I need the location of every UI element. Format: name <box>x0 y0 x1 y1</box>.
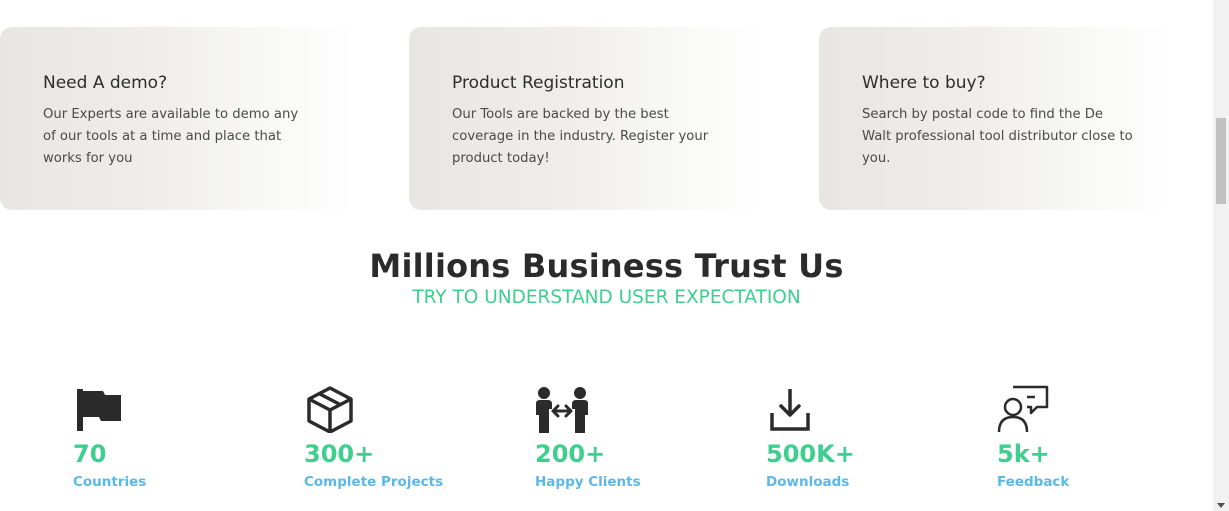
download-icon <box>766 385 818 433</box>
stat-value: 300+ <box>304 440 375 468</box>
stat-label: Complete Projects <box>304 474 444 490</box>
box-icon <box>304 385 356 434</box>
scroll-down-arrow-icon[interactable] <box>1217 503 1225 508</box>
page: Need A demo? Our Experts are available t… <box>0 0 1213 511</box>
scrollbar-thumb[interactable] <box>1216 118 1226 204</box>
card-description: Our Tools are backed by the best coverag… <box>452 107 709 166</box>
stat-value: 70 <box>73 440 107 468</box>
card-title: Where to buy? <box>862 73 986 93</box>
card-title: Product Registration <box>452 73 625 93</box>
section-subheading: TRY TO UNDERSTAND USER EXPECTATION <box>412 287 801 308</box>
section-heading: Millions Business Trust Us <box>369 247 844 285</box>
stat-value: 200+ <box>535 440 606 468</box>
stat-value: 500K+ <box>766 440 855 468</box>
flag-icon <box>73 385 125 433</box>
stat-label: Happy Clients <box>535 474 641 490</box>
stat-label: Downloads <box>766 474 850 490</box>
card-description: Our Experts are available to demo any of… <box>43 107 299 166</box>
stat-label: Feedback <box>997 474 1070 490</box>
card-description: Search by postal code to find the De Wal… <box>862 107 1133 166</box>
where-to-buy-card[interactable]: Where to buy? Search by postal code to f… <box>819 27 1174 210</box>
card-title: Need A demo? <box>43 73 168 93</box>
handshake-users-icon <box>535 385 588 433</box>
stat-value: 5k+ <box>997 440 1050 468</box>
demo-card[interactable]: Need A demo? Our Experts are available t… <box>0 27 355 210</box>
stat-label: Countries <box>73 474 147 490</box>
feedback-icon <box>997 385 1049 433</box>
product-registration-card[interactable]: Product Registration Our Tools are backe… <box>409 27 764 210</box>
vertical-scrollbar[interactable] <box>1213 0 1229 511</box>
